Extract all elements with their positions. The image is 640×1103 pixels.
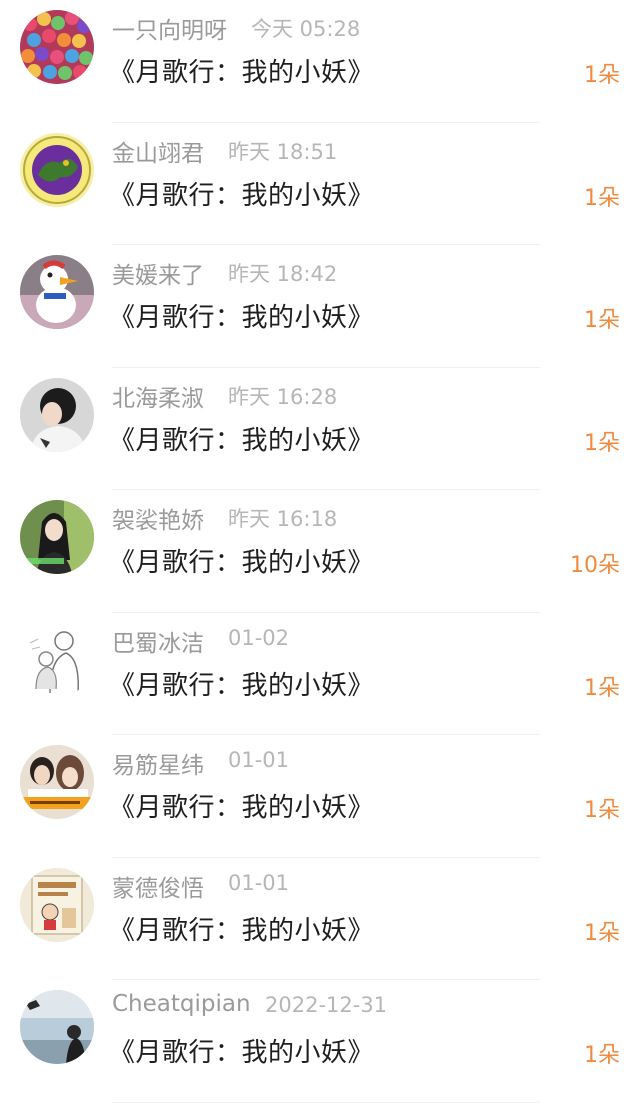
list-item[interactable]: 北海柔淑 昨天 16:28 《月歌行：我的小妖》 1朵 [0,368,640,490]
timestamp: 今天 05:28 [251,17,361,41]
avatar[interactable] [20,500,94,574]
user-name[interactable]: 袈裟艳娇 [112,501,204,535]
gift-count: 10朵 [570,553,620,578]
gift-count: 1朵 [584,430,620,456]
avatar[interactable] [20,745,94,819]
book-title[interactable]: 《月歌行：我的小妖》 [109,420,374,457]
avatar[interactable] [20,622,94,697]
list-item[interactable]: 袈裟艳娇 昨天 16:18 《月歌行：我的小妖》 10朵 [0,490,640,613]
timestamp: 2022-12-31 [265,993,388,1017]
user-name[interactable]: 美媛来了 [112,256,204,290]
gift-record-list: 一只向明呀 今天 05:28 《月歌行：我的小妖》 1朵 金山翊君 昨天 18:… [0,0,640,1103]
user-name[interactable]: 易筋星纬 [112,746,204,780]
book-title[interactable]: 《月歌行：我的小妖》 [109,1032,374,1069]
timestamp: 昨天 16:28 [228,384,338,409]
timestamp: 01-02 [228,625,290,650]
user-name[interactable]: 一只向明呀 [112,11,227,45]
gift-count: 1朵 [584,675,620,701]
book-title[interactable]: 《月歌行：我的小妖》 [109,297,374,334]
avatar[interactable] [20,377,94,452]
user-name[interactable]: 蒙德俊悟 [112,869,204,903]
timestamp: 01-01 [228,870,290,895]
list-item[interactable]: 金山翊君 昨天 18:51 《月歌行：我的小妖》 1朵 [0,123,640,245]
avatar[interactable] [20,990,94,1064]
timestamp: 昨天 18:42 [228,262,338,286]
gift-count: 1朵 [584,185,620,211]
list-item[interactable]: 美媛来了 昨天 18:42 《月歌行：我的小妖》 1朵 [0,245,640,368]
user-name[interactable]: 巴蜀冰洁 [112,624,204,658]
book-title[interactable]: 《月歌行：我的小妖》 [109,665,374,702]
book-title[interactable]: 《月歌行：我的小妖》 [109,175,374,212]
gift-count: 1朵 [584,63,620,88]
timestamp: 昨天 16:18 [228,507,338,531]
book-title[interactable]: 《月歌行：我的小妖》 [109,52,374,89]
avatar[interactable] [20,10,94,84]
list-item[interactable]: 易筋星纬 01-01 《月歌行：我的小妖》 1朵 [0,735,640,858]
avatar[interactable] [20,132,94,207]
list-item[interactable]: 巴蜀冰洁 01-02 《月歌行：我的小妖》 1朵 [0,613,640,735]
timestamp: 昨天 18:51 [228,139,338,164]
divider [112,1101,540,1103]
timestamp: 01-01 [228,748,290,772]
book-title[interactable]: 《月歌行：我的小妖》 [109,910,374,947]
gift-count: 1朵 [584,920,620,946]
avatar[interactable] [20,867,94,942]
gift-count: 1朵 [584,798,620,823]
list-item[interactable]: 一只向明呀 今天 05:28 《月歌行：我的小妖》 1朵 [0,0,640,123]
list-item[interactable]: 蒙德俊悟 01-01 《月歌行：我的小妖》 1朵 [0,858,640,980]
book-title[interactable]: 《月歌行：我的小妖》 [109,542,374,579]
user-name[interactable]: Cheatqipian [112,991,251,1017]
avatar[interactable] [20,255,94,329]
user-name[interactable]: 北海柔淑 [112,379,204,413]
user-name[interactable]: 金山翊君 [112,134,204,168]
gift-count: 1朵 [584,308,620,333]
book-title[interactable]: 《月歌行：我的小妖》 [109,787,374,824]
list-item[interactable]: Cheatqipian 2022-12-31 《月歌行：我的小妖》 1朵 [0,980,640,1103]
gift-count: 1朵 [584,1043,620,1068]
